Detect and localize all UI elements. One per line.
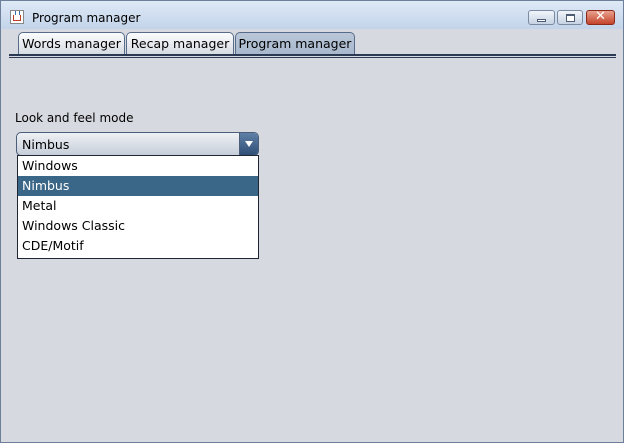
option-cde-motif[interactable]: CDE/Motif — [18, 236, 258, 256]
option-metal[interactable]: Metal — [18, 196, 258, 216]
close-button[interactable]: ✕ — [586, 9, 615, 25]
look-and-feel-dropdown-list: Windows Nimbus Metal Windows Classic CDE… — [17, 155, 259, 259]
tab-recap-manager[interactable]: Recap manager — [126, 32, 234, 55]
tab-divider — [9, 54, 616, 56]
tab-divider-lower — [9, 57, 616, 58]
tab-program-manager[interactable]: Program manager — [235, 32, 355, 55]
option-windows-classic[interactable]: Windows Classic — [18, 216, 258, 236]
main-window: Program manager ✕ Words manager Recap ma… — [0, 0, 624, 443]
look-and-feel-combo[interactable]: Nimbus — [16, 132, 259, 156]
combo-selected-value: Nimbus — [22, 137, 70, 152]
minimize-button[interactable] — [528, 10, 555, 25]
option-nimbus[interactable]: Nimbus — [18, 176, 258, 196]
look-and-feel-label: Look and feel mode — [15, 111, 134, 125]
title-bar[interactable]: Program manager ✕ — [1, 1, 623, 29]
java-cup-icon — [10, 10, 24, 24]
tab-words-manager[interactable]: Words manager — [18, 32, 125, 55]
maximize-button[interactable] — [557, 10, 583, 25]
option-windows[interactable]: Windows — [18, 156, 258, 176]
chevron-down-icon[interactable] — [239, 133, 258, 155]
close-icon: ✕ — [595, 9, 606, 24]
window-title: Program manager — [32, 11, 141, 25]
